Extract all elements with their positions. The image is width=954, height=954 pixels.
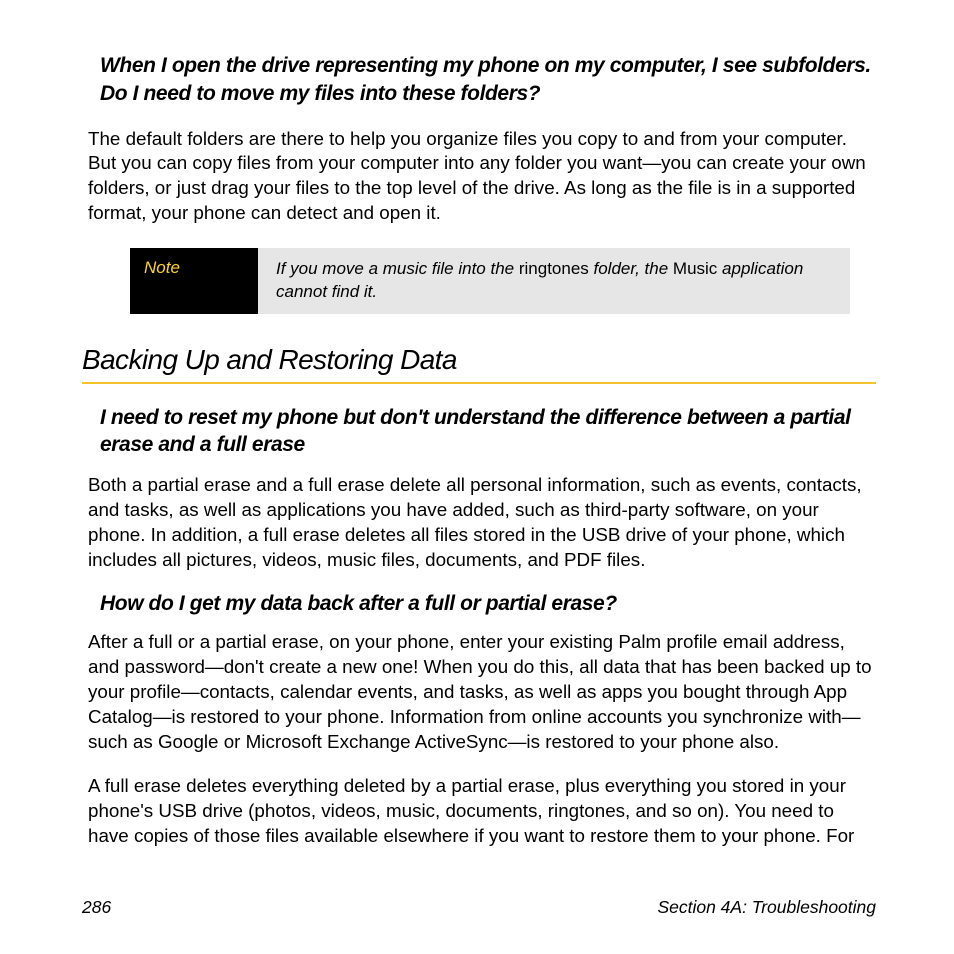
footer-section-label: Section 4A: Troubleshooting bbox=[657, 897, 876, 918]
question-subfolders: When I open the drive representing my ph… bbox=[100, 52, 876, 109]
paragraph-default-folders: The default folders are there to help yo… bbox=[82, 127, 876, 226]
paragraph-restore-profile: After a full or a partial erase, on your… bbox=[82, 630, 876, 754]
question-erase-difference: I need to reset my phone but don't under… bbox=[100, 404, 876, 459]
paragraph-full-erase-usb: A full erase deletes everything deleted … bbox=[82, 774, 876, 848]
footer-page-number: 286 bbox=[82, 897, 111, 918]
note-ringtones-word: ringtones bbox=[519, 259, 589, 278]
note-label: Note bbox=[130, 248, 258, 314]
note-callout: Note If you move a music file into the r… bbox=[130, 248, 850, 314]
note-text-2: folder, the bbox=[589, 259, 673, 278]
question-restore-data: How do I get my data back after a full o… bbox=[100, 592, 876, 616]
paragraph-erase-explain: Both a partial erase and a full erase de… bbox=[82, 473, 876, 572]
section-heading-backup-restore: Backing Up and Restoring Data bbox=[82, 344, 876, 384]
note-body: If you move a music file into the ringto… bbox=[258, 248, 850, 314]
note-text-1: If you move a music file into the bbox=[276, 259, 519, 278]
page-footer: 286 Section 4A: Troubleshooting bbox=[82, 897, 876, 918]
note-music-word: Music bbox=[673, 259, 717, 278]
